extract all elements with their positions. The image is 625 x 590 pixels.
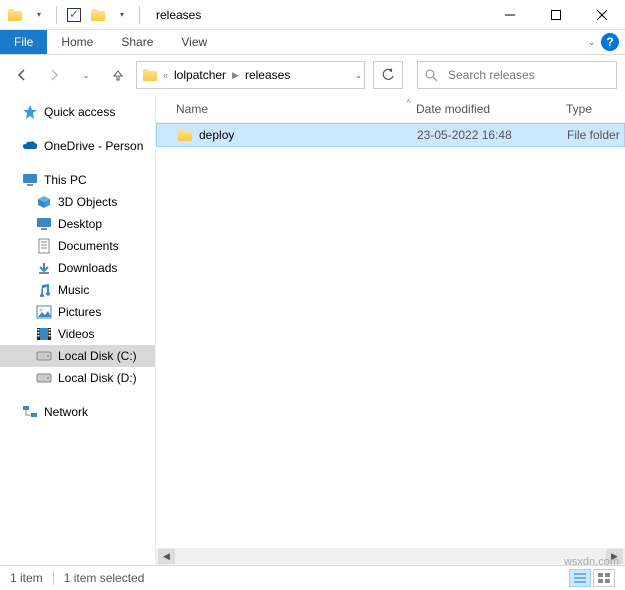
disk-icon: [36, 370, 52, 386]
window-controls: [487, 0, 625, 30]
divider: [56, 6, 57, 24]
cube-icon: [36, 194, 52, 210]
sidebar-label: Pictures: [58, 305, 101, 319]
properties-checkbox-icon[interactable]: [63, 4, 85, 26]
crumb-sep: «: [161, 70, 170, 80]
address-bar[interactable]: « lolpatcher ▶ releases ⌄: [136, 61, 365, 89]
divider: [53, 571, 54, 585]
content-area: Quick access OneDrive - Person This PC 3…: [0, 95, 625, 565]
music-icon: [36, 282, 52, 298]
sidebar-label: Documents: [58, 239, 119, 253]
sidebar-this-pc[interactable]: This PC: [0, 169, 155, 191]
status-bar: 1 item 1 item selected: [0, 565, 625, 590]
search-icon: [424, 68, 438, 82]
down-icon: [36, 260, 52, 276]
address-dropdown-icon[interactable]: ⌄: [355, 71, 362, 80]
sidebar-label: 3D Objects: [58, 195, 117, 209]
address-root-icon[interactable]: [139, 62, 161, 88]
file-tab[interactable]: File: [0, 30, 47, 54]
table-row[interactable]: deploy 23-05-2022 16:48File folder: [156, 123, 625, 147]
navigation-pane: Quick access OneDrive - Person This PC 3…: [0, 95, 155, 565]
sidebar-label: Downloads: [58, 261, 117, 275]
pc-icon: [22, 172, 38, 188]
qat-customize[interactable]: ▾: [111, 4, 133, 26]
sidebar-label: Local Disk (D:): [58, 371, 137, 385]
scroll-left-icon[interactable]: ◀: [158, 549, 175, 564]
sidebar-label: OneDrive - Person: [44, 139, 143, 153]
sidebar-item-music[interactable]: Music: [0, 279, 155, 301]
sidebar-item-videos[interactable]: Videos: [0, 323, 155, 345]
new-folder-qat-icon[interactable]: [87, 4, 109, 26]
chevron-right-icon[interactable]: ▶: [230, 70, 241, 81]
maximize-button[interactable]: [533, 0, 579, 30]
folder-qat-icon[interactable]: [4, 4, 26, 26]
sidebar-item-desktop[interactable]: Desktop: [0, 213, 155, 235]
sort-indicator-icon: ˄: [406, 97, 411, 106]
watermark: wsxdn.com: [564, 556, 619, 568]
close-button[interactable]: [579, 0, 625, 30]
sidebar-item-pictures[interactable]: Pictures: [0, 301, 155, 323]
column-type[interactable]: Type: [556, 102, 625, 116]
sidebar-item-local-disk-d-[interactable]: Local Disk (D:): [0, 367, 155, 389]
video-icon: [36, 326, 52, 342]
thumbnails-view-button[interactable]: [593, 569, 615, 587]
window-title: releases: [156, 8, 201, 22]
crumb-lolpatcher[interactable]: lolpatcher: [170, 62, 230, 88]
file-type: File folder: [557, 128, 624, 142]
desktop-icon: [36, 216, 52, 232]
tab-home[interactable]: Home: [47, 30, 107, 54]
refresh-button[interactable]: [373, 61, 403, 89]
network-icon: [22, 404, 38, 420]
sidebar-item-downloads[interactable]: Downloads: [0, 257, 155, 279]
sidebar-label: Quick access: [44, 105, 115, 119]
recent-dropdown[interactable]: ⌄: [72, 61, 100, 89]
sidebar-label: Network: [44, 405, 88, 419]
disk-icon: [36, 348, 52, 364]
back-button[interactable]: [8, 61, 36, 89]
sidebar-network[interactable]: Network: [0, 401, 155, 423]
search-input[interactable]: [446, 67, 610, 83]
up-button[interactable]: [104, 61, 132, 89]
cloud-icon: [22, 138, 38, 154]
selection-count: 1 item selected: [64, 571, 145, 585]
sidebar-item-local-disk-c-[interactable]: Local Disk (C:): [0, 345, 155, 367]
sidebar-label: Videos: [58, 327, 94, 341]
column-name[interactable]: Name: [156, 102, 406, 116]
help-icon[interactable]: ?: [601, 33, 619, 51]
column-date[interactable]: Date modified: [406, 102, 556, 116]
navigation-row: ⌄ « lolpatcher ▶ releases ⌄: [0, 55, 625, 95]
column-headers: Name ˄ Date modified Type: [156, 95, 625, 123]
sidebar-label: Local Disk (C:): [58, 349, 137, 363]
quick-access-toolbar: ▾ ▾: [0, 4, 148, 26]
divider: [139, 6, 140, 24]
sidebar-label: Music: [58, 283, 89, 297]
sidebar-onedrive[interactable]: OneDrive - Person: [0, 135, 155, 157]
forward-button[interactable]: [40, 61, 68, 89]
sidebar-quick-access[interactable]: Quick access: [0, 101, 155, 123]
sidebar-item-3d-objects[interactable]: 3D Objects: [0, 191, 155, 213]
crumb-releases[interactable]: releases: [241, 62, 294, 88]
ribbon-tabs: File Home Share View ⌄ ?: [0, 30, 625, 55]
file-name: deploy: [199, 128, 234, 142]
minimize-button[interactable]: [487, 0, 533, 30]
ribbon-collapse-icon[interactable]: ⌄: [588, 38, 595, 47]
file-list: Name ˄ Date modified Type deploy 23-05-20…: [155, 95, 625, 565]
star-icon: [22, 104, 38, 120]
item-count: 1 item: [10, 571, 43, 585]
sidebar-label: Desktop: [58, 217, 102, 231]
search-box[interactable]: [417, 61, 617, 89]
qat-dropdown[interactable]: ▾: [28, 4, 50, 26]
details-view-button[interactable]: [569, 569, 591, 587]
file-date: 23-05-2022 16:48: [407, 128, 557, 142]
doc-icon: [36, 238, 52, 254]
horizontal-scrollbar[interactable]: ◀ ▶: [156, 548, 625, 565]
tab-share[interactable]: Share: [107, 30, 167, 54]
sidebar-item-documents[interactable]: Documents: [0, 235, 155, 257]
folder-icon: [177, 127, 193, 143]
tab-view[interactable]: View: [167, 30, 221, 54]
sidebar-label: This PC: [44, 173, 87, 187]
pic-icon: [36, 304, 52, 320]
title-bar: ▾ ▾ releases: [0, 0, 625, 30]
